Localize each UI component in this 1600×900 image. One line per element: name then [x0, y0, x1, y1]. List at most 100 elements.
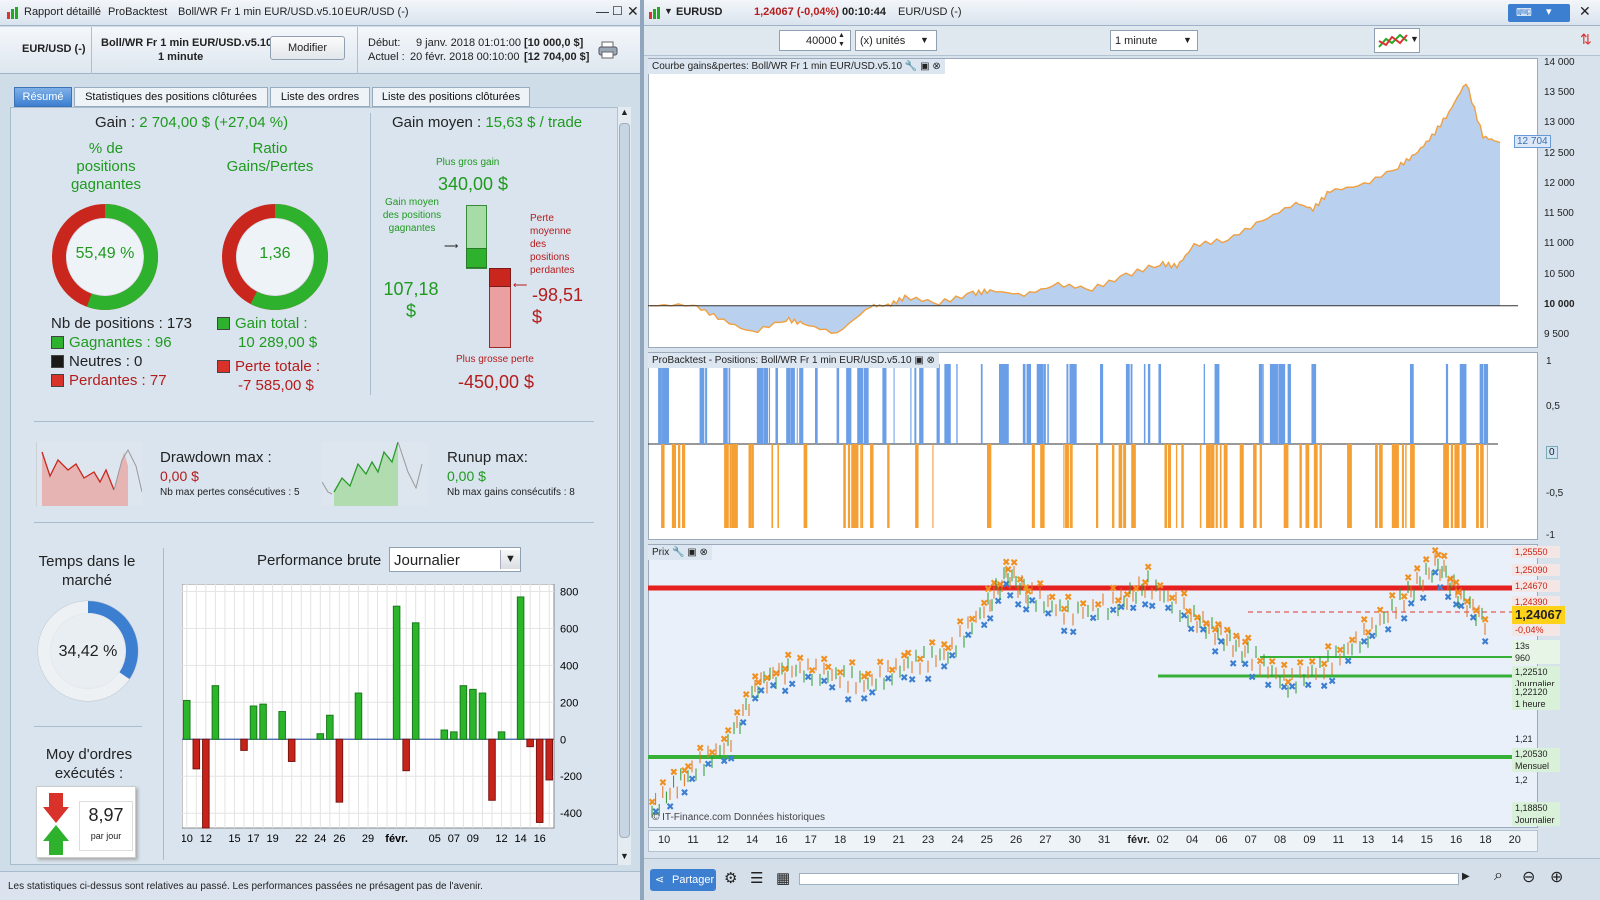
symbol-label[interactable]: EURUSD — [676, 6, 722, 18]
short-position-bar — [1095, 444, 1099, 528]
biggest-loss-label: Plus grosse perte — [456, 354, 534, 365]
date-tick: 13 — [1362, 834, 1375, 846]
perf-bar — [488, 738, 496, 801]
arrow-left-icon: ⟵ — [513, 280, 528, 291]
close-icon[interactable]: ⊗ — [932, 61, 940, 72]
tab-closed-positions[interactable]: Liste des positions clôturées — [372, 87, 530, 107]
biggest-gain-label: Plus gros gain — [436, 157, 500, 168]
sell-marker: ✖ — [1413, 564, 1421, 575]
chevron-down-icon[interactable]: ▼ — [500, 550, 520, 569]
tab-orders[interactable]: Liste des ordres — [270, 87, 370, 107]
short-position-bar — [677, 444, 681, 528]
zoom-fit-icon[interactable]: ⌕ — [1494, 867, 1503, 885]
sell-marker: ✖ — [888, 665, 896, 676]
print-icon[interactable] — [598, 41, 618, 62]
horizontal-scrollbar[interactable] — [799, 873, 1459, 885]
long-position-bar — [768, 364, 771, 444]
equity-ytick: 10 000 — [1544, 298, 1575, 310]
long-position-bar — [1409, 364, 1414, 444]
date-tick: 09 — [1303, 834, 1316, 846]
wrench-icon[interactable]: 🔧 — [905, 61, 917, 72]
modify-button[interactable]: Modifier — [270, 36, 345, 60]
buy-marker: ✖ — [908, 675, 916, 686]
equity-current-tag: 12 704 — [1514, 135, 1551, 149]
close-icon[interactable]: ✕ — [1579, 3, 1591, 20]
scroll-right-icon[interactable]: ▶ — [1462, 871, 1470, 882]
quantity-stepper-icon[interactable]: ▲ ▼ — [838, 31, 845, 49]
short-position-bar — [748, 444, 752, 528]
close-icon[interactable]: ✕ — [627, 3, 639, 20]
tab-instrument[interactable]: EUR/USD (-) — [345, 6, 409, 18]
watermark: © IT-Finance.com Données historiques — [652, 812, 826, 823]
orders-arrows-icon — [43, 793, 69, 855]
minimize-icon[interactable]: — — [596, 4, 609, 19]
unit-select[interactable]: (x) unités ▼ — [855, 30, 937, 51]
tab-resume[interactable]: Résumé — [14, 87, 72, 107]
sell-marker: ✖ — [1048, 592, 1056, 603]
quantity-input[interactable]: 40000 ▲ ▼ — [779, 30, 851, 51]
window-icon[interactable]: ▣ — [914, 355, 923, 366]
zoom-in-icon[interactable]: ⊕ — [1550, 867, 1563, 887]
losers-row: Perdantes : 77 — [51, 372, 167, 389]
equity-ytick: 14 000 — [1544, 57, 1575, 69]
scroll-down-icon[interactable]: ▼ — [620, 851, 629, 861]
calendar-icon[interactable]: ▦ — [776, 869, 790, 887]
tab-probacktest[interactable]: ProBacktest — [108, 6, 167, 18]
price-tag: 1,25090 — [1512, 564, 1560, 576]
chevron-down-icon: ▼ — [1183, 35, 1192, 45]
list-icon[interactable]: ☰ — [750, 869, 763, 887]
buy-marker: ✖ — [688, 774, 696, 785]
sell-marker: ✖ — [876, 657, 884, 668]
interval-select[interactable]: 1 minute ▼ — [1110, 30, 1198, 51]
scrollbar[interactable]: ▲ ▼ — [617, 107, 631, 865]
buy-marker: ✖ — [1407, 599, 1415, 610]
sell-marker: ✖ — [1376, 605, 1384, 616]
indicator-icon[interactable]: ⇅ — [1580, 31, 1592, 48]
buy-marker: ✖ — [1304, 681, 1312, 692]
buy-marker: ✖ — [1187, 624, 1195, 635]
buy-marker: ✖ — [828, 683, 836, 694]
sell-marker: ✖ — [1336, 645, 1344, 656]
long-position-bar — [705, 364, 708, 444]
scroll-up-icon[interactable]: ▲ — [620, 107, 629, 117]
long-position-bar — [790, 364, 795, 444]
sell-marker: ✖ — [1308, 657, 1316, 668]
settings-icon[interactable]: ⚙ — [724, 869, 737, 887]
tab-stats-closed[interactable]: Statistiques des positions clôturées — [74, 87, 268, 107]
wrench-icon[interactable]: 🔧 — [672, 547, 684, 558]
perf-period-select[interactable]: Journalier ▼ — [389, 547, 521, 572]
short-position-bar — [1239, 444, 1244, 528]
chart-type-button[interactable]: ▼ — [1374, 28, 1420, 53]
sell-marker: ✖ — [1168, 594, 1176, 605]
short-position-bar — [1068, 444, 1070, 528]
scrollbar-thumb[interactable] — [619, 123, 630, 838]
sell-marker: ✖ — [1244, 633, 1252, 644]
maximize-icon[interactable]: ☐ — [612, 4, 623, 18]
zoom-out-icon[interactable]: ⊖ — [1522, 867, 1535, 887]
price-tag: Journalier — [1512, 814, 1560, 826]
long-position-bar — [1158, 364, 1162, 444]
buy-marker: ✖ — [1044, 609, 1052, 620]
tab-rapport[interactable]: Rapport détaillé — [24, 6, 101, 18]
short-position-bar — [870, 444, 874, 528]
window-icon[interactable]: ▣ — [920, 61, 929, 72]
sell-marker: ✖ — [808, 666, 816, 677]
close-icon[interactable]: ⊗ — [699, 547, 707, 558]
short-position-bar — [1299, 444, 1302, 528]
perf-period-value: Journalier — [394, 552, 460, 569]
long-position-bar — [980, 364, 983, 444]
window-icon[interactable]: ▣ — [687, 547, 696, 558]
long-position-bar — [1203, 364, 1205, 444]
perf-bar — [526, 738, 534, 748]
buy-marker: ✖ — [727, 754, 735, 765]
symbol-dropdown-icon[interactable]: ▼ — [664, 6, 673, 16]
close-icon[interactable]: ⊗ — [927, 355, 935, 366]
share-button[interactable]: ⋖ Partager — [650, 869, 716, 891]
layout-button[interactable]: ⌨ ▾ — [1508, 4, 1570, 22]
perf-xtick: 16 — [534, 833, 546, 845]
short-position-bar — [1450, 444, 1454, 528]
pos-axis-1: 1 — [1546, 356, 1552, 367]
sell-marker: ✖ — [659, 778, 667, 789]
tab-strategy[interactable]: Boll/WR Fr 1 min EUR/USD.v5.10 — [178, 6, 344, 18]
long-position-bar — [1445, 364, 1449, 444]
